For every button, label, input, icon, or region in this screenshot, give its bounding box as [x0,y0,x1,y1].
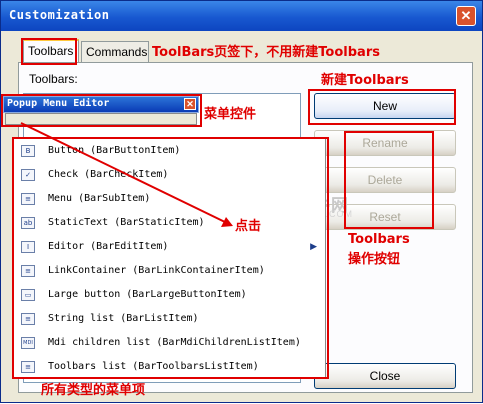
customization-window: Customization ✕ Commands Toolbars Toolba… [0,0,483,403]
click-arrow-line [20,122,228,224]
click-arrow [20,122,233,227]
